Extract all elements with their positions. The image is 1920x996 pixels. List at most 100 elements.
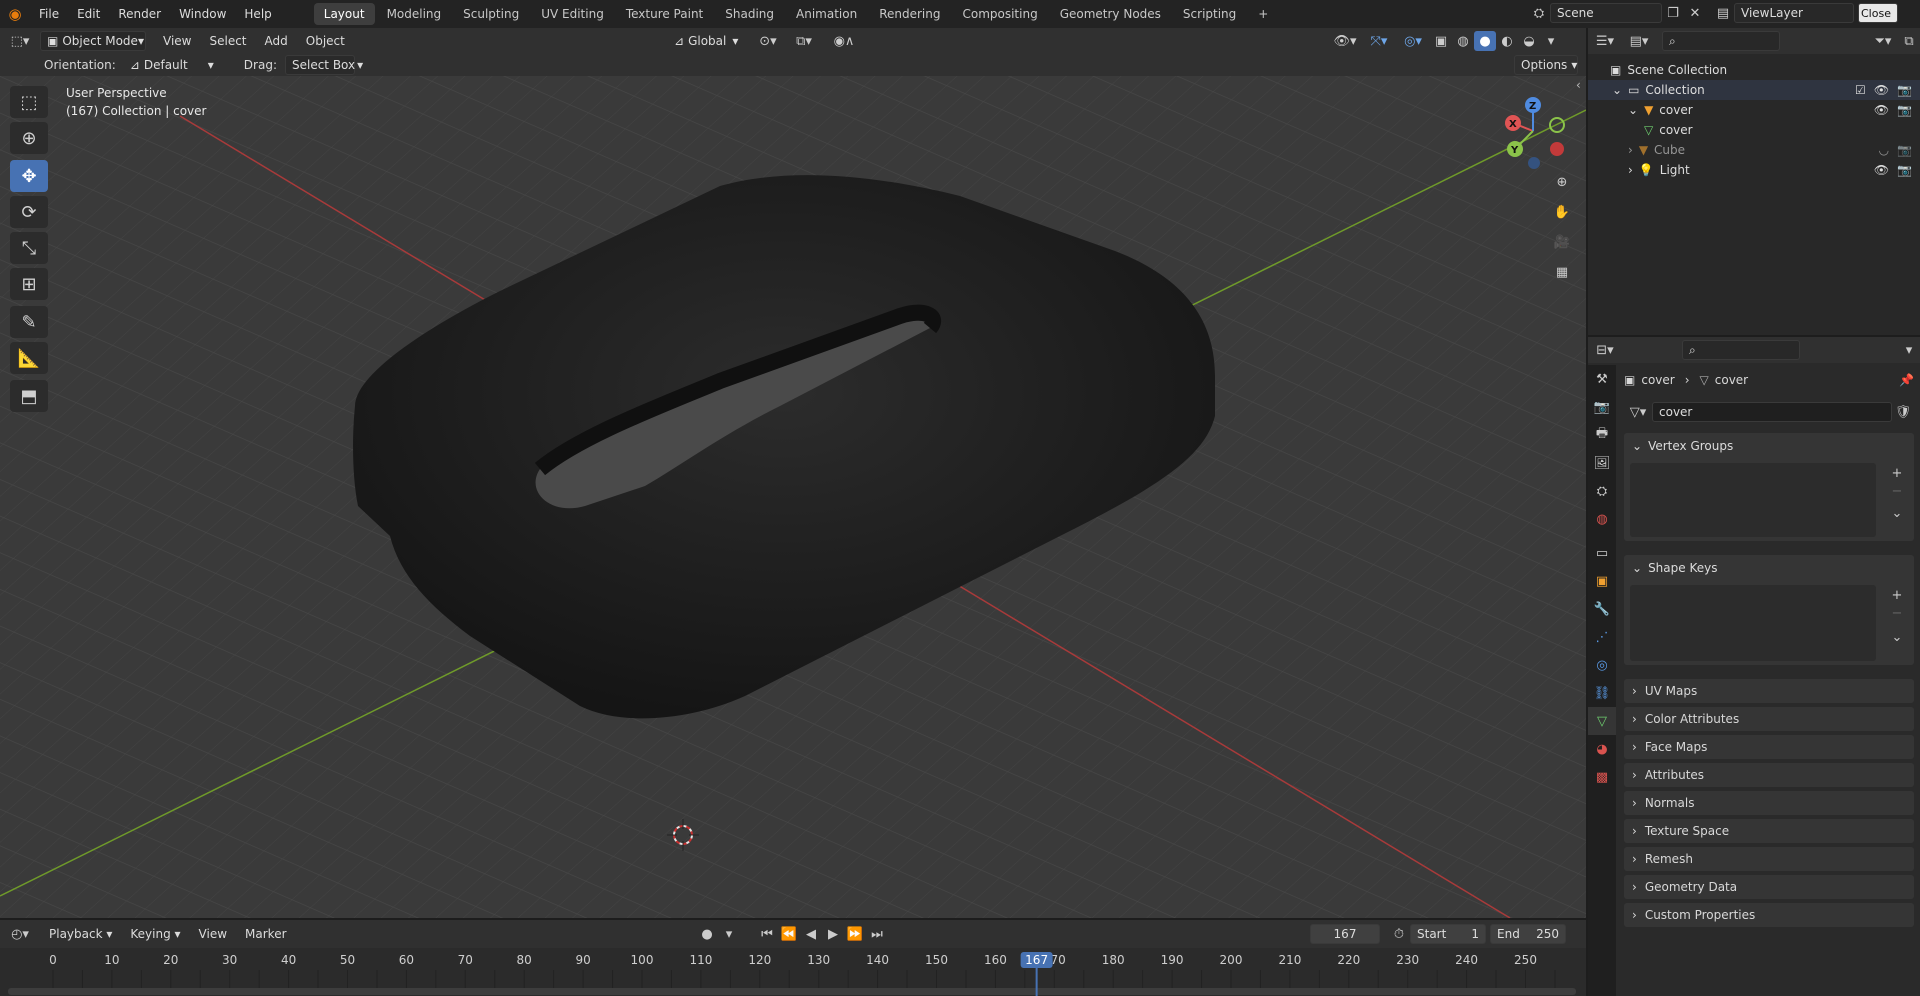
add-cube-tool-icon[interactable]: ⬒ bbox=[10, 380, 48, 412]
gizmo-toggle-icon[interactable]: ⤧▾ bbox=[1362, 31, 1396, 51]
tab-shading[interactable]: Shading bbox=[715, 3, 784, 25]
tab-scripting[interactable]: Scripting bbox=[1173, 3, 1246, 25]
delete-scene-icon[interactable]: ✕ bbox=[1684, 3, 1706, 23]
viewport-menu-view[interactable]: View bbox=[154, 27, 200, 55]
collapse-arrow-icon[interactable]: ⌄ bbox=[1612, 83, 1622, 97]
timeline-editor-icon[interactable]: ◴▾ bbox=[0, 924, 40, 944]
tab-compositing[interactable]: Compositing bbox=[952, 3, 1047, 25]
start-frame-field[interactable]: Start 1 bbox=[1410, 924, 1486, 944]
pin-icon[interactable]: 📌 bbox=[1899, 373, 1914, 387]
vertex-groups-header[interactable]: ⌄ Vertex Groups bbox=[1624, 433, 1914, 459]
eye-icon[interactable]: 👁 bbox=[1874, 83, 1889, 97]
expand-arrow-icon[interactable]: › bbox=[1628, 143, 1633, 157]
camera-icon[interactable]: 📷 bbox=[1897, 83, 1912, 97]
zoom-icon[interactable]: ⊕ bbox=[1548, 168, 1576, 196]
tab-layout[interactable]: Layout bbox=[313, 3, 375, 25]
filter-icon[interactable]: ⏷▾ bbox=[1868, 31, 1898, 51]
rendered-shading-icon[interactable]: ◒ bbox=[1518, 31, 1540, 51]
eye-icon[interactable]: ◡ bbox=[1879, 143, 1889, 157]
outliner-editor-icon[interactable]: ☰▾ bbox=[1588, 31, 1622, 51]
scene-icon[interactable]: ⛭ bbox=[1528, 3, 1550, 23]
end-frame-field[interactable]: End 250 bbox=[1490, 924, 1566, 944]
options-button[interactable]: Options ▾ bbox=[1514, 55, 1578, 75]
menu-render[interactable]: Render bbox=[109, 0, 170, 28]
datablock-name-field[interactable]: cover bbox=[1652, 402, 1892, 422]
play-reverse-icon[interactable]: ◀ bbox=[800, 924, 822, 944]
outliner-row-cube[interactable]: › ▼ Cube ◡ 📷 bbox=[1588, 140, 1920, 160]
jump-start-icon[interactable]: ⏮ bbox=[756, 924, 778, 944]
particles-tab-icon[interactable]: ⋰ bbox=[1588, 623, 1616, 651]
rotate-tool-icon[interactable]: ⟳ bbox=[10, 196, 48, 228]
tab-rendering[interactable]: Rendering bbox=[869, 3, 950, 25]
timeline-menu-playback[interactable]: Playback ▾ bbox=[40, 920, 121, 948]
vertex-group-specials-icon[interactable]: ⌄ bbox=[1886, 503, 1908, 523]
panel-remesh[interactable]: › Remesh bbox=[1624, 847, 1914, 871]
timeline-scrubber[interactable]: 0 10 20 30 40 50 60 70 80 90 100 110 120 130 140 150 160… bbox=[0, 948, 1586, 996]
expand-arrow-icon[interactable]: › bbox=[1628, 163, 1633, 177]
next-keyframe-icon[interactable]: ⏩ bbox=[844, 924, 866, 944]
keying-options-icon[interactable]: ▾ bbox=[718, 924, 740, 944]
panel-texture-space[interactable]: › Texture Space bbox=[1624, 819, 1914, 843]
new-collection-icon[interactable]: ⧉ bbox=[1898, 31, 1920, 51]
material-shading-icon[interactable]: ◐ bbox=[1496, 31, 1518, 51]
material-tab-icon[interactable]: ◕ bbox=[1588, 735, 1616, 763]
panel-attributes[interactable]: › Attributes bbox=[1624, 763, 1914, 787]
view-layer-tab-icon[interactable]: 🖼 bbox=[1588, 449, 1616, 477]
panel-custom-properties[interactable]: › Custom Properties bbox=[1624, 903, 1914, 927]
viewport-menu-add[interactable]: Add bbox=[256, 27, 297, 55]
drag-selector[interactable]: Select Box ▾ bbox=[284, 55, 363, 75]
wireframe-shading-icon[interactable]: ◍ bbox=[1452, 31, 1474, 51]
properties-editor-icon[interactable]: ⊟▾ bbox=[1588, 340, 1622, 360]
transform-tool-icon[interactable]: ⊞ bbox=[10, 268, 48, 300]
snap-icon[interactable]: ⧉▾ bbox=[784, 31, 824, 51]
proportional-editing-icon[interactable]: ◉∧ bbox=[824, 31, 864, 51]
preview-range-icon[interactable]: ⏱ bbox=[1388, 924, 1410, 944]
view-layer-selector[interactable]: ViewLayer bbox=[1734, 3, 1854, 23]
outliner-search[interactable]: ⌕ bbox=[1662, 31, 1780, 51]
viewport-menu-select[interactable]: Select bbox=[200, 27, 255, 55]
shape-keys-list[interactable] bbox=[1630, 585, 1876, 661]
checkbox-icon[interactable]: ☑ bbox=[1855, 83, 1866, 97]
properties-search[interactable]: ⌕ bbox=[1682, 340, 1800, 360]
mesh-data-tab-icon[interactable]: ▽ bbox=[1588, 707, 1616, 735]
add-workspace-button[interactable]: + bbox=[1248, 3, 1278, 25]
collection-tab-icon[interactable]: ▭ bbox=[1588, 539, 1616, 567]
object-tab-icon[interactable]: ▣ bbox=[1588, 567, 1616, 595]
mesh-browse-icon[interactable]: ▽▾ bbox=[1624, 402, 1652, 422]
ortho-toggle-icon[interactable]: ▦ bbox=[1548, 258, 1576, 286]
viewport-canvas[interactable]: X Z Y bbox=[0, 76, 1586, 918]
output-tab-icon[interactable]: 🖶 bbox=[1588, 421, 1616, 449]
timeline-menu-view[interactable]: View bbox=[190, 920, 236, 948]
vertex-groups-list[interactable] bbox=[1630, 463, 1876, 537]
panel-color-attributes[interactable]: › Color Attributes bbox=[1624, 707, 1914, 731]
play-icon[interactable]: ▶ bbox=[822, 924, 844, 944]
tab-texture-paint[interactable]: Texture Paint bbox=[616, 3, 713, 25]
outliner-row-scene-collection[interactable]: ▣ Scene Collection bbox=[1588, 60, 1920, 80]
modifier-tab-icon[interactable]: 🔧 bbox=[1588, 595, 1616, 623]
tool-tab-icon[interactable]: ⚒ bbox=[1588, 365, 1616, 393]
copy-scene-icon[interactable]: ❐ bbox=[1662, 3, 1684, 23]
panel-uv-maps[interactable]: › UV Maps bbox=[1624, 679, 1914, 703]
camera-icon[interactable]: 📷 bbox=[1897, 163, 1912, 177]
cursor-tool-icon[interactable]: ⊕ bbox=[10, 122, 48, 154]
shading-options-icon[interactable]: ▾ bbox=[1540, 31, 1562, 51]
timeline-scrollbar[interactable] bbox=[8, 988, 1576, 995]
panel-face-maps[interactable]: › Face Maps bbox=[1624, 735, 1914, 759]
blender-logo-icon[interactable]: ◉ bbox=[0, 4, 30, 24]
add-shape-key-icon[interactable]: + bbox=[1886, 585, 1908, 605]
remove-shape-key-icon[interactable]: − bbox=[1886, 603, 1908, 623]
physics-tab-icon[interactable]: ◎ bbox=[1588, 651, 1616, 679]
texture-tab-icon[interactable]: ▩ bbox=[1588, 763, 1616, 791]
outliner-row-collection[interactable]: ⌄ ▭ Collection ☑ 👁 📷 bbox=[1588, 80, 1920, 100]
eye-icon[interactable]: 👁 bbox=[1874, 163, 1889, 177]
outliner-row-cover[interactable]: ▽ cover bbox=[1588, 120, 1920, 140]
close-button[interactable]: Close bbox=[1858, 3, 1898, 23]
scale-tool-icon[interactable]: ⤡ bbox=[10, 232, 48, 264]
3d-viewport[interactable]: X Z Y User Perspective (167) Collection … bbox=[0, 76, 1586, 918]
display-mode-icon[interactable]: ▤▾ bbox=[1622, 31, 1656, 51]
move-tool-icon[interactable]: ✥ bbox=[10, 160, 48, 192]
overlay-toggle-icon[interactable]: ◎▾ bbox=[1396, 31, 1430, 51]
viewport-menu-object[interactable]: Object bbox=[297, 27, 354, 55]
add-vertex-group-icon[interactable]: + bbox=[1886, 463, 1908, 483]
tab-modeling[interactable]: Modeling bbox=[377, 3, 452, 25]
